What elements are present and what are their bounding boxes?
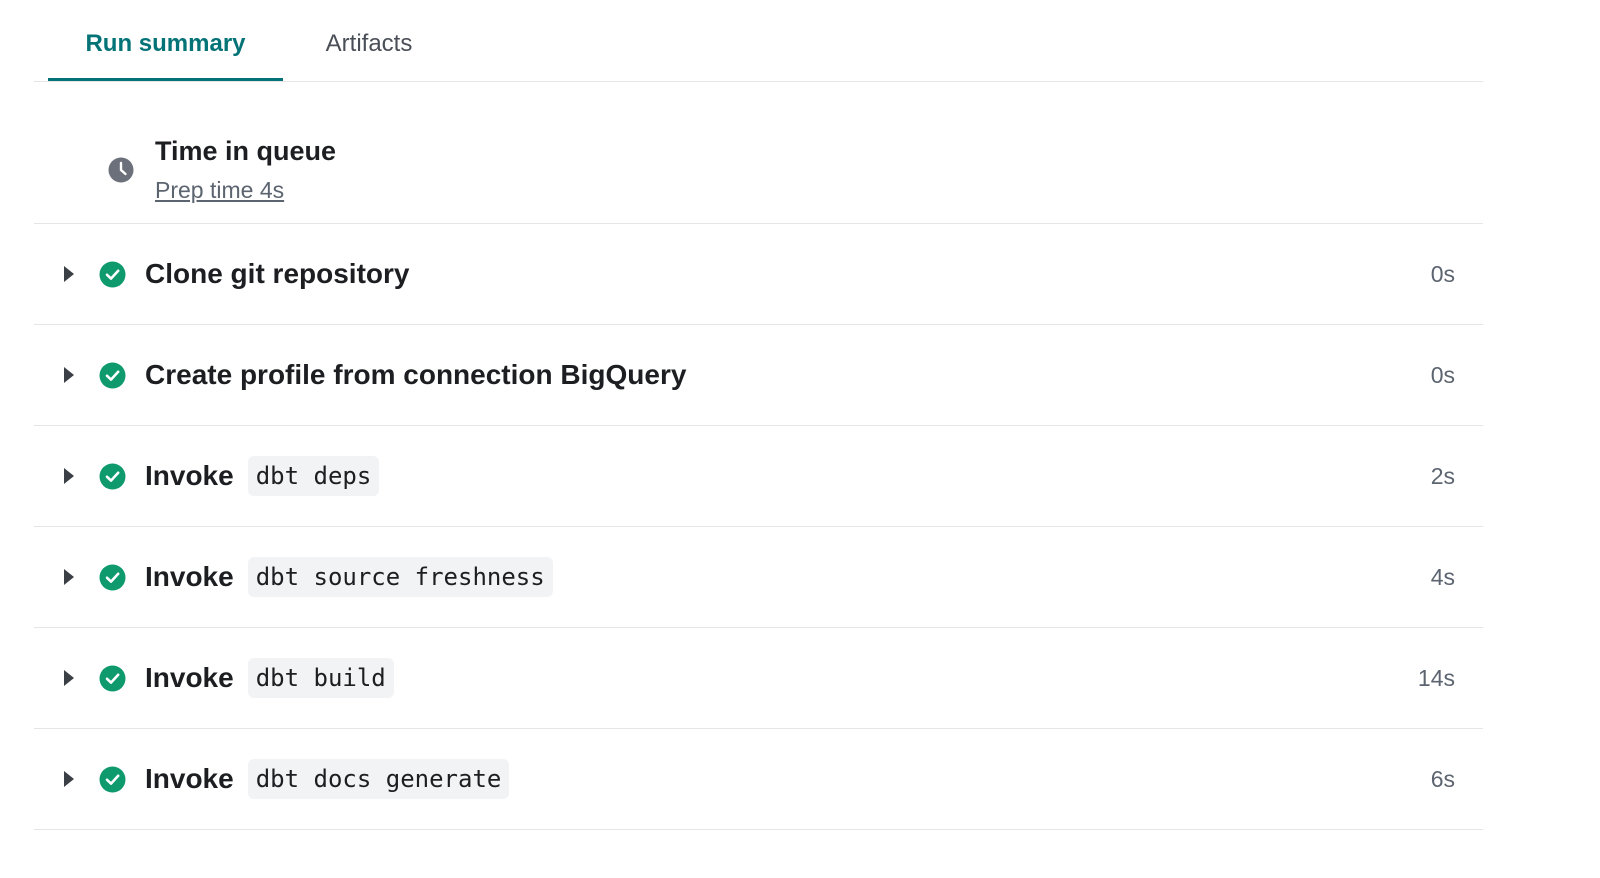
tab-run-summary[interactable]: Run summary (48, 0, 283, 81)
step-row[interactable]: Invoke dbt deps 2s (34, 426, 1483, 527)
queue-section: Time in queue Prep time 4s (34, 81, 1483, 224)
step-row[interactable]: Invoke dbt build 14s (34, 628, 1483, 729)
step-command: dbt deps (247, 456, 380, 496)
step-title: Invoke dbt source freshness (145, 527, 553, 627)
check-circle-icon (99, 463, 126, 490)
check-circle-icon (99, 261, 126, 288)
step-duration: 6s (1430, 766, 1455, 792)
step-label: Invoke (145, 763, 234, 794)
check-circle-icon (99, 665, 126, 692)
step-label: Create profile from connection BigQuery (145, 359, 687, 390)
step-row[interactable]: Clone git repository 0s (34, 224, 1483, 325)
step-command: dbt build (247, 658, 394, 698)
check-circle-icon (99, 766, 126, 793)
step-label: Clone git repository (145, 258, 410, 289)
step-label: Invoke (145, 662, 234, 693)
step-title: Invoke dbt deps (145, 426, 380, 526)
step-label: Invoke (145, 460, 234, 491)
run-page: Run summary Artifacts Time in queue Prep… (0, 0, 1600, 878)
step-title: Create profile from connection BigQuery (145, 325, 686, 425)
step-duration: 14s (1417, 665, 1455, 691)
step-label: Invoke (145, 561, 234, 592)
step-duration: 0s (1430, 261, 1455, 287)
steps-list: Clone git repository 0s Create profile f… (34, 224, 1483, 830)
step-row[interactable]: Create profile from connection BigQuery … (34, 325, 1483, 426)
step-title: Invoke dbt docs generate (145, 729, 510, 829)
clock-icon (108, 157, 134, 183)
caret-right-icon[interactable] (62, 467, 76, 485)
step-command: dbt docs generate (247, 759, 510, 799)
tab-artifacts[interactable]: Artifacts (304, 0, 434, 81)
queue-title: Time in queue (155, 136, 337, 166)
step-title: Clone git repository (145, 224, 409, 324)
caret-right-icon[interactable] (62, 770, 76, 788)
step-row[interactable]: Invoke dbt source freshness 4s (34, 527, 1483, 628)
caret-right-icon[interactable] (62, 265, 76, 283)
caret-right-icon[interactable] (62, 568, 76, 586)
step-title: Invoke dbt build (145, 628, 394, 728)
check-circle-icon (99, 362, 126, 389)
step-duration: 4s (1430, 564, 1455, 590)
step-duration: 2s (1430, 463, 1455, 489)
tab-bar: Run summary Artifacts (34, 0, 1483, 82)
caret-right-icon[interactable] (62, 366, 76, 384)
step-duration: 0s (1430, 362, 1455, 388)
check-circle-icon (99, 564, 126, 591)
caret-right-icon[interactable] (62, 669, 76, 687)
prep-time-link[interactable]: Prep time 4s (155, 177, 284, 204)
step-command: dbt source freshness (247, 557, 553, 597)
step-row[interactable]: Invoke dbt docs generate 6s (34, 729, 1483, 830)
